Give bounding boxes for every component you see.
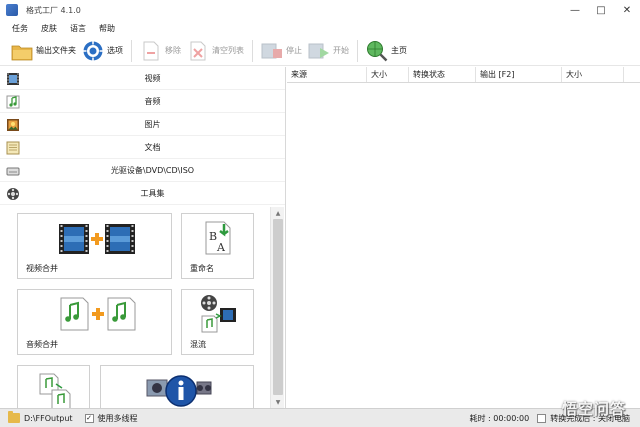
tools-grid: 视频合并 B A 重命名 音频合并 混流 (0, 207, 285, 408)
menu-language[interactable]: 语言 (70, 23, 86, 34)
toolbar-separator (131, 39, 132, 62)
home-button[interactable]: 主页 (363, 38, 410, 64)
task-list-panel: 来源 大小 转换状态 输出 [F2] 大小 (287, 67, 640, 408)
column-size[interactable]: 大小 (367, 67, 409, 82)
category-document[interactable]: 文档 (0, 136, 285, 159)
info-icon (145, 370, 215, 408)
remove-icon (140, 40, 162, 62)
document-icon (5, 140, 21, 155)
rename-icon: B A (204, 220, 234, 258)
window-title: 格式工厂 4.1.0 (26, 5, 81, 15)
menu-help[interactable]: 帮助 (99, 23, 115, 34)
task-table-header: 来源 大小 转换状态 输出 [F2] 大小 (287, 67, 640, 83)
audio-split-tile[interactable] (17, 365, 90, 408)
stop-icon (261, 40, 283, 62)
film-icon (5, 71, 21, 86)
category-audio[interactable]: 音频 (0, 90, 285, 113)
column-output[interactable]: 输出 [F2] (476, 67, 562, 82)
disc-drive-icon (5, 163, 21, 178)
stop-button[interactable]: 停止 (258, 38, 305, 64)
mux-tile[interactable]: 混流 (181, 289, 254, 355)
left-panel: 视频 音频 图片 文档 光驱设备\DVD\CD\ISO 工具集 视频合并 B A… (0, 67, 286, 408)
category-video[interactable]: 视频 (0, 67, 285, 90)
audio-merge-tile[interactable]: 音频合并 (17, 289, 172, 355)
folder-icon[interactable] (8, 411, 20, 423)
scroll-down-arrow-icon[interactable]: ▼ (271, 396, 285, 408)
svg-text:A: A (216, 241, 226, 254)
multithread-label: 使用多线程 (97, 413, 138, 423)
clear-list-icon (187, 40, 209, 62)
minimize-button[interactable]: — (562, 0, 588, 20)
tools-reel-icon (5, 186, 21, 201)
audio-merge-icon (60, 296, 136, 334)
video-merge-tile[interactable]: 视频合并 (17, 213, 172, 279)
elapsed-time: 耗时 : 00:00:00 (469, 414, 530, 423)
category-picture[interactable]: 图片 (0, 113, 285, 136)
audio-split-icon (38, 372, 72, 408)
category-tools[interactable]: 工具集 (0, 182, 285, 205)
column-status[interactable]: 转换状态 (409, 67, 476, 82)
menu-task[interactable]: 任务 (12, 23, 28, 34)
video-merge-icon (58, 222, 136, 258)
options-gear-icon (82, 40, 104, 62)
output-path[interactable]: D:\FFOutput (24, 414, 73, 423)
folder-icon (11, 40, 33, 62)
output-folder-button[interactable]: 输出文件夹 (8, 38, 79, 64)
multithread-checkbox[interactable]: ✓ (84, 413, 94, 423)
column-source[interactable]: 来源 (287, 67, 367, 82)
svg-text:B: B (209, 230, 217, 243)
window-controls: — □ ✕ (562, 0, 640, 20)
watermark-text: 悟空问答 (561, 400, 626, 418)
after-convert-checkbox[interactable] (537, 414, 547, 423)
rename-tile[interactable]: B A 重命名 (181, 213, 254, 279)
mux-icon (198, 294, 238, 336)
toolbar-separator (252, 39, 253, 62)
tools-scrollbar[interactable]: ▲ ▼ (270, 207, 284, 408)
music-note-icon (5, 94, 21, 109)
category-optical-drive[interactable]: 光驱设备\DVD\CD\ISO (0, 159, 285, 182)
app-logo-icon (6, 4, 18, 16)
clear-list-button[interactable]: 清空列表 (184, 38, 247, 64)
toolbar: 输出文件夹 选项 移除 清空列表 停止 开始 主页 (0, 36, 640, 66)
start-button[interactable]: 开始 (305, 38, 352, 64)
status-bar: D:\FFOutput ✓ 使用多线程 耗时 : 00:00:00 转换完成后 … (0, 408, 640, 427)
scroll-thumb[interactable] (273, 219, 283, 395)
menu-bar: 任务 皮肤 语言 帮助 (0, 20, 640, 36)
start-icon (308, 40, 330, 62)
globe-search-icon (366, 40, 388, 62)
maximize-button[interactable]: □ (588, 0, 614, 20)
column-output-size[interactable]: 大小 (562, 67, 624, 82)
picture-icon (5, 117, 21, 132)
media-info-tile[interactable] (100, 365, 254, 408)
remove-button[interactable]: 移除 (137, 38, 184, 64)
options-button[interactable]: 选项 (79, 38, 126, 64)
scroll-up-arrow-icon[interactable]: ▲ (271, 207, 285, 219)
menu-skin[interactable]: 皮肤 (41, 23, 57, 34)
toolbar-separator (357, 39, 358, 62)
close-button[interactable]: ✕ (614, 0, 640, 20)
title-bar: 格式工厂 4.1.0 — □ ✕ (0, 0, 640, 20)
